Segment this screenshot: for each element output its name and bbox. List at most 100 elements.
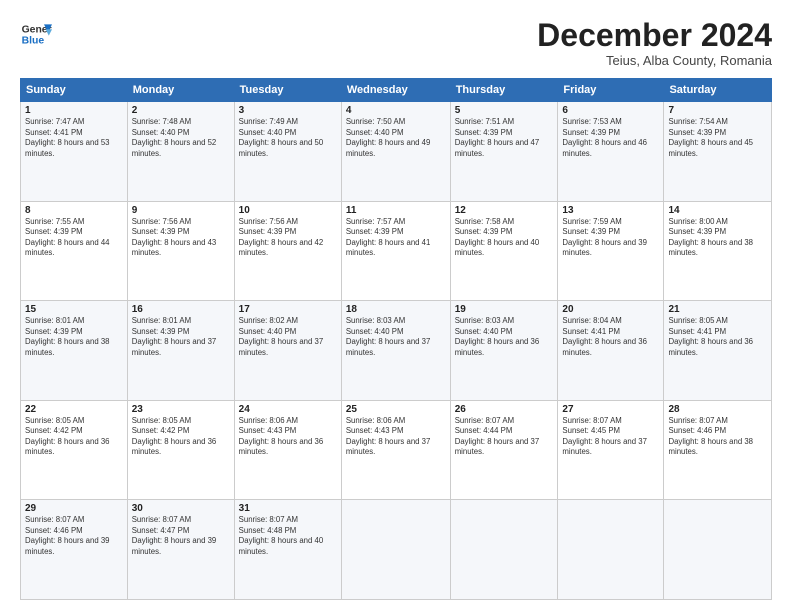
- day-number: 10: [239, 205, 337, 216]
- day-cell-1: 1Sunrise: 7:47 AM Sunset: 4:41 PM Daylig…: [21, 102, 128, 202]
- main-title: December 2024: [537, 18, 772, 53]
- day-cell-19: 19Sunrise: 8:03 AM Sunset: 4:40 PM Dayli…: [450, 301, 558, 401]
- subtitle: Teius, Alba County, Romania: [537, 53, 772, 68]
- day-number: 12: [455, 205, 554, 216]
- day-cell-3: 3Sunrise: 7:49 AM Sunset: 4:40 PM Daylig…: [234, 102, 341, 202]
- day-info: Sunrise: 8:07 AM Sunset: 4:46 PM Dayligh…: [25, 515, 123, 557]
- weekday-header-thursday: Thursday: [450, 79, 558, 102]
- day-cell-7: 7Sunrise: 7:54 AM Sunset: 4:39 PM Daylig…: [664, 102, 772, 202]
- day-number: 24: [239, 404, 337, 415]
- day-number: 6: [562, 105, 659, 116]
- day-number: 4: [346, 105, 446, 116]
- day-cell-12: 12Sunrise: 7:58 AM Sunset: 4:39 PM Dayli…: [450, 201, 558, 301]
- day-number: 7: [668, 105, 767, 116]
- day-cell-30: 30Sunrise: 8:07 AM Sunset: 4:47 PM Dayli…: [127, 500, 234, 600]
- day-info: Sunrise: 7:54 AM Sunset: 4:39 PM Dayligh…: [668, 117, 767, 159]
- day-number: 17: [239, 304, 337, 315]
- day-number: 14: [668, 205, 767, 216]
- day-number: 31: [239, 503, 337, 514]
- empty-cell: [664, 500, 772, 600]
- day-number: 28: [668, 404, 767, 415]
- day-info: Sunrise: 7:49 AM Sunset: 4:40 PM Dayligh…: [239, 117, 337, 159]
- day-cell-2: 2Sunrise: 7:48 AM Sunset: 4:40 PM Daylig…: [127, 102, 234, 202]
- day-number: 30: [132, 503, 230, 514]
- day-number: 3: [239, 105, 337, 116]
- weekday-header-saturday: Saturday: [664, 79, 772, 102]
- day-cell-16: 16Sunrise: 8:01 AM Sunset: 4:39 PM Dayli…: [127, 301, 234, 401]
- day-info: Sunrise: 8:07 AM Sunset: 4:45 PM Dayligh…: [562, 416, 659, 458]
- day-info: Sunrise: 8:07 AM Sunset: 4:46 PM Dayligh…: [668, 416, 767, 458]
- day-cell-27: 27Sunrise: 8:07 AM Sunset: 4:45 PM Dayli…: [558, 400, 664, 500]
- day-cell-21: 21Sunrise: 8:05 AM Sunset: 4:41 PM Dayli…: [664, 301, 772, 401]
- day-cell-14: 14Sunrise: 8:00 AM Sunset: 4:39 PM Dayli…: [664, 201, 772, 301]
- day-number: 29: [25, 503, 123, 514]
- day-cell-25: 25Sunrise: 8:06 AM Sunset: 4:43 PM Dayli…: [341, 400, 450, 500]
- day-number: 20: [562, 304, 659, 315]
- day-cell-8: 8Sunrise: 7:55 AM Sunset: 4:39 PM Daylig…: [21, 201, 128, 301]
- day-info: Sunrise: 7:59 AM Sunset: 4:39 PM Dayligh…: [562, 217, 659, 259]
- day-info: Sunrise: 8:06 AM Sunset: 4:43 PM Dayligh…: [346, 416, 446, 458]
- day-cell-18: 18Sunrise: 8:03 AM Sunset: 4:40 PM Dayli…: [341, 301, 450, 401]
- weekday-header-tuesday: Tuesday: [234, 79, 341, 102]
- day-info: Sunrise: 8:02 AM Sunset: 4:40 PM Dayligh…: [239, 316, 337, 358]
- day-cell-4: 4Sunrise: 7:50 AM Sunset: 4:40 PM Daylig…: [341, 102, 450, 202]
- day-info: Sunrise: 7:56 AM Sunset: 4:39 PM Dayligh…: [239, 217, 337, 259]
- day-number: 13: [562, 205, 659, 216]
- day-info: Sunrise: 8:07 AM Sunset: 4:44 PM Dayligh…: [455, 416, 554, 458]
- day-number: 25: [346, 404, 446, 415]
- day-info: Sunrise: 7:53 AM Sunset: 4:39 PM Dayligh…: [562, 117, 659, 159]
- day-cell-24: 24Sunrise: 8:06 AM Sunset: 4:43 PM Dayli…: [234, 400, 341, 500]
- day-cell-29: 29Sunrise: 8:07 AM Sunset: 4:46 PM Dayli…: [21, 500, 128, 600]
- weekday-header-wednesday: Wednesday: [341, 79, 450, 102]
- day-info: Sunrise: 8:05 AM Sunset: 4:42 PM Dayligh…: [132, 416, 230, 458]
- day-number: 18: [346, 304, 446, 315]
- day-number: 15: [25, 304, 123, 315]
- day-info: Sunrise: 8:07 AM Sunset: 4:47 PM Dayligh…: [132, 515, 230, 557]
- day-number: 22: [25, 404, 123, 415]
- weekday-header-monday: Monday: [127, 79, 234, 102]
- day-number: 9: [132, 205, 230, 216]
- day-number: 2: [132, 105, 230, 116]
- day-cell-5: 5Sunrise: 7:51 AM Sunset: 4:39 PM Daylig…: [450, 102, 558, 202]
- day-cell-31: 31Sunrise: 8:07 AM Sunset: 4:48 PM Dayli…: [234, 500, 341, 600]
- day-info: Sunrise: 7:48 AM Sunset: 4:40 PM Dayligh…: [132, 117, 230, 159]
- calendar-table: SundayMondayTuesdayWednesdayThursdayFrid…: [20, 78, 772, 600]
- day-info: Sunrise: 7:56 AM Sunset: 4:39 PM Dayligh…: [132, 217, 230, 259]
- day-info: Sunrise: 8:04 AM Sunset: 4:41 PM Dayligh…: [562, 316, 659, 358]
- day-info: Sunrise: 8:07 AM Sunset: 4:48 PM Dayligh…: [239, 515, 337, 557]
- day-cell-20: 20Sunrise: 8:04 AM Sunset: 4:41 PM Dayli…: [558, 301, 664, 401]
- empty-cell: [341, 500, 450, 600]
- day-number: 21: [668, 304, 767, 315]
- page: General Blue December 2024 Teius, Alba C…: [0, 0, 792, 612]
- day-number: 5: [455, 105, 554, 116]
- weekday-header-sunday: Sunday: [21, 79, 128, 102]
- day-cell-15: 15Sunrise: 8:01 AM Sunset: 4:39 PM Dayli…: [21, 301, 128, 401]
- day-cell-11: 11Sunrise: 7:57 AM Sunset: 4:39 PM Dayli…: [341, 201, 450, 301]
- day-info: Sunrise: 8:05 AM Sunset: 4:42 PM Dayligh…: [25, 416, 123, 458]
- day-number: 1: [25, 105, 123, 116]
- top-header: General Blue December 2024 Teius, Alba C…: [20, 18, 772, 68]
- day-cell-6: 6Sunrise: 7:53 AM Sunset: 4:39 PM Daylig…: [558, 102, 664, 202]
- day-info: Sunrise: 7:47 AM Sunset: 4:41 PM Dayligh…: [25, 117, 123, 159]
- day-cell-17: 17Sunrise: 8:02 AM Sunset: 4:40 PM Dayli…: [234, 301, 341, 401]
- day-cell-9: 9Sunrise: 7:56 AM Sunset: 4:39 PM Daylig…: [127, 201, 234, 301]
- empty-cell: [450, 500, 558, 600]
- day-info: Sunrise: 7:50 AM Sunset: 4:40 PM Dayligh…: [346, 117, 446, 159]
- day-info: Sunrise: 7:55 AM Sunset: 4:39 PM Dayligh…: [25, 217, 123, 259]
- day-info: Sunrise: 8:01 AM Sunset: 4:39 PM Dayligh…: [132, 316, 230, 358]
- weekday-header-friday: Friday: [558, 79, 664, 102]
- day-number: 16: [132, 304, 230, 315]
- day-cell-13: 13Sunrise: 7:59 AM Sunset: 4:39 PM Dayli…: [558, 201, 664, 301]
- day-cell-10: 10Sunrise: 7:56 AM Sunset: 4:39 PM Dayli…: [234, 201, 341, 301]
- day-info: Sunrise: 8:06 AM Sunset: 4:43 PM Dayligh…: [239, 416, 337, 458]
- day-info: Sunrise: 7:57 AM Sunset: 4:39 PM Dayligh…: [346, 217, 446, 259]
- day-info: Sunrise: 7:51 AM Sunset: 4:39 PM Dayligh…: [455, 117, 554, 159]
- day-number: 19: [455, 304, 554, 315]
- day-cell-22: 22Sunrise: 8:05 AM Sunset: 4:42 PM Dayli…: [21, 400, 128, 500]
- day-number: 8: [25, 205, 123, 216]
- day-cell-28: 28Sunrise: 8:07 AM Sunset: 4:46 PM Dayli…: [664, 400, 772, 500]
- day-number: 26: [455, 404, 554, 415]
- day-info: Sunrise: 8:03 AM Sunset: 4:40 PM Dayligh…: [346, 316, 446, 358]
- day-cell-26: 26Sunrise: 8:07 AM Sunset: 4:44 PM Dayli…: [450, 400, 558, 500]
- logo-icon: General Blue: [20, 18, 52, 50]
